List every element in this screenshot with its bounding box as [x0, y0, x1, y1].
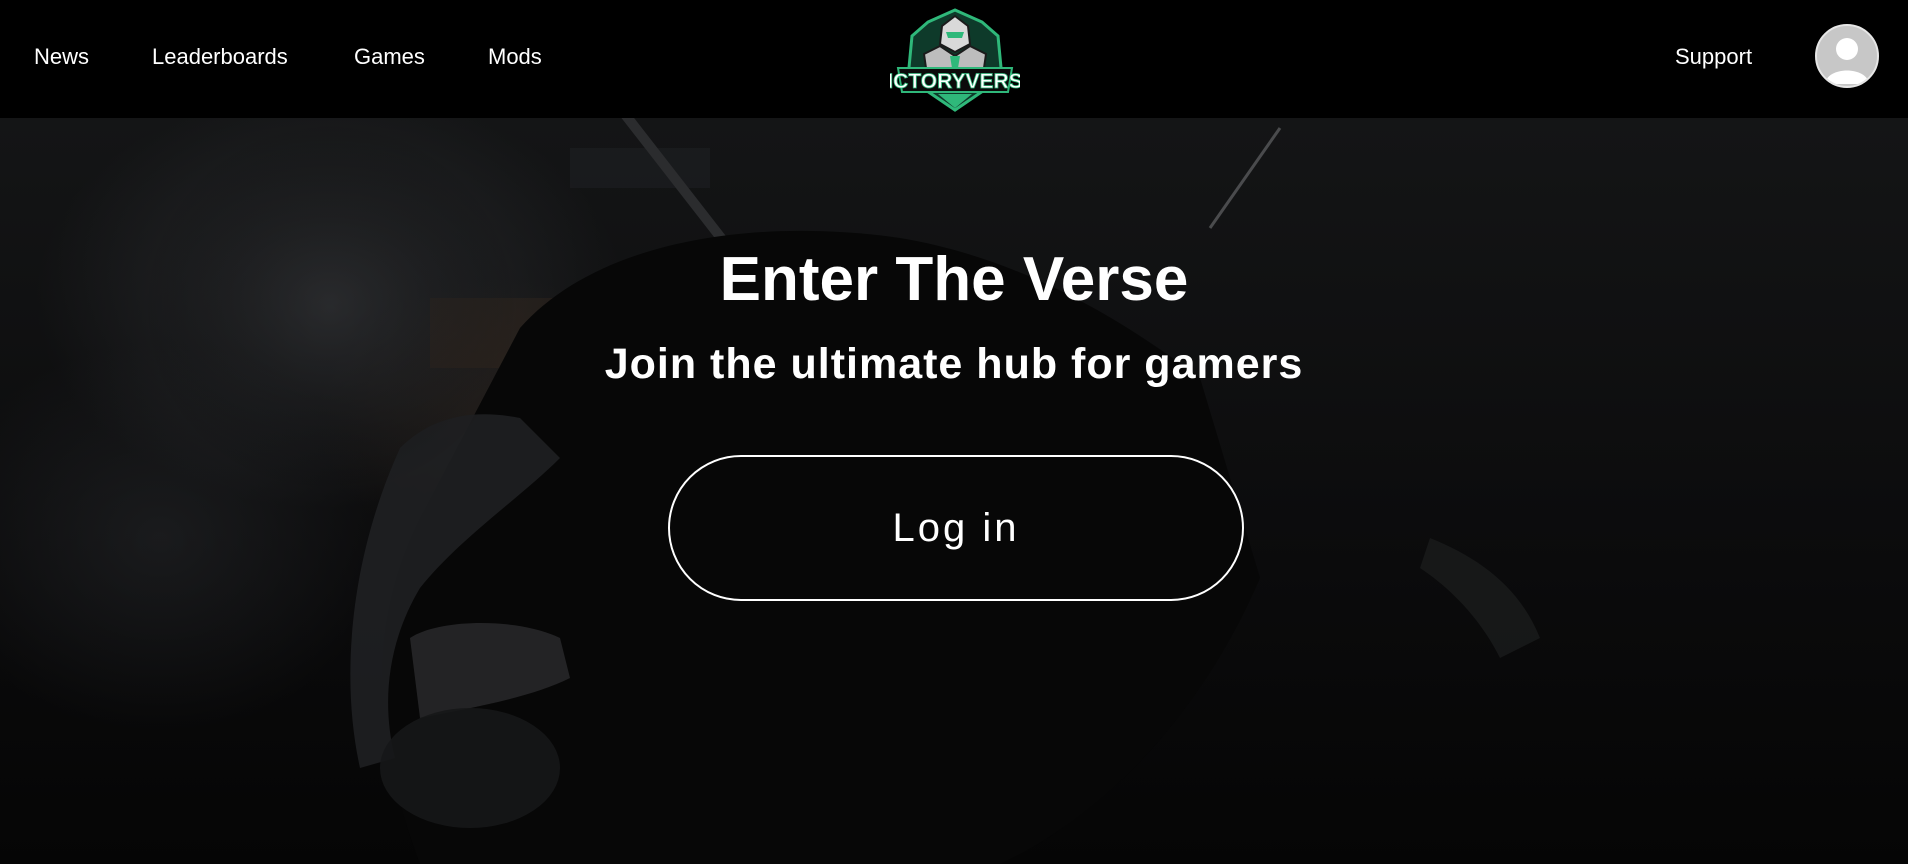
nav-news[interactable]: News — [34, 44, 89, 70]
top-nav: News Leaderboards Games Mods VICTORYVERS… — [0, 0, 1908, 118]
nav-support[interactable]: Support — [1675, 44, 1752, 70]
login-button[interactable]: Log in — [668, 455, 1244, 601]
hero-title: Enter The Verse — [719, 245, 1189, 314]
user-avatar-icon — [1825, 38, 1869, 84]
page: News Leaderboards Games Mods VICTORYVERS… — [0, 0, 1908, 864]
logo-emblem-icon: VICTORYVERSE — [873, 8, 1037, 112]
nav-games[interactable]: Games — [354, 44, 425, 70]
nav-leaderboards[interactable]: Leaderboards — [152, 44, 288, 70]
victoryverse-logo[interactable]: VICTORYVERSE — [873, 6, 1037, 114]
nav-mods[interactable]: Mods — [488, 44, 542, 70]
logo-wordmark: VICTORYVERSE — [890, 70, 1020, 93]
hero-section: Enter The Verse Join the ultimate hub fo… — [0, 118, 1908, 864]
hero-subtitle: Join the ultimate hub for gamers — [604, 340, 1304, 388]
user-avatar-button[interactable] — [1815, 24, 1879, 88]
